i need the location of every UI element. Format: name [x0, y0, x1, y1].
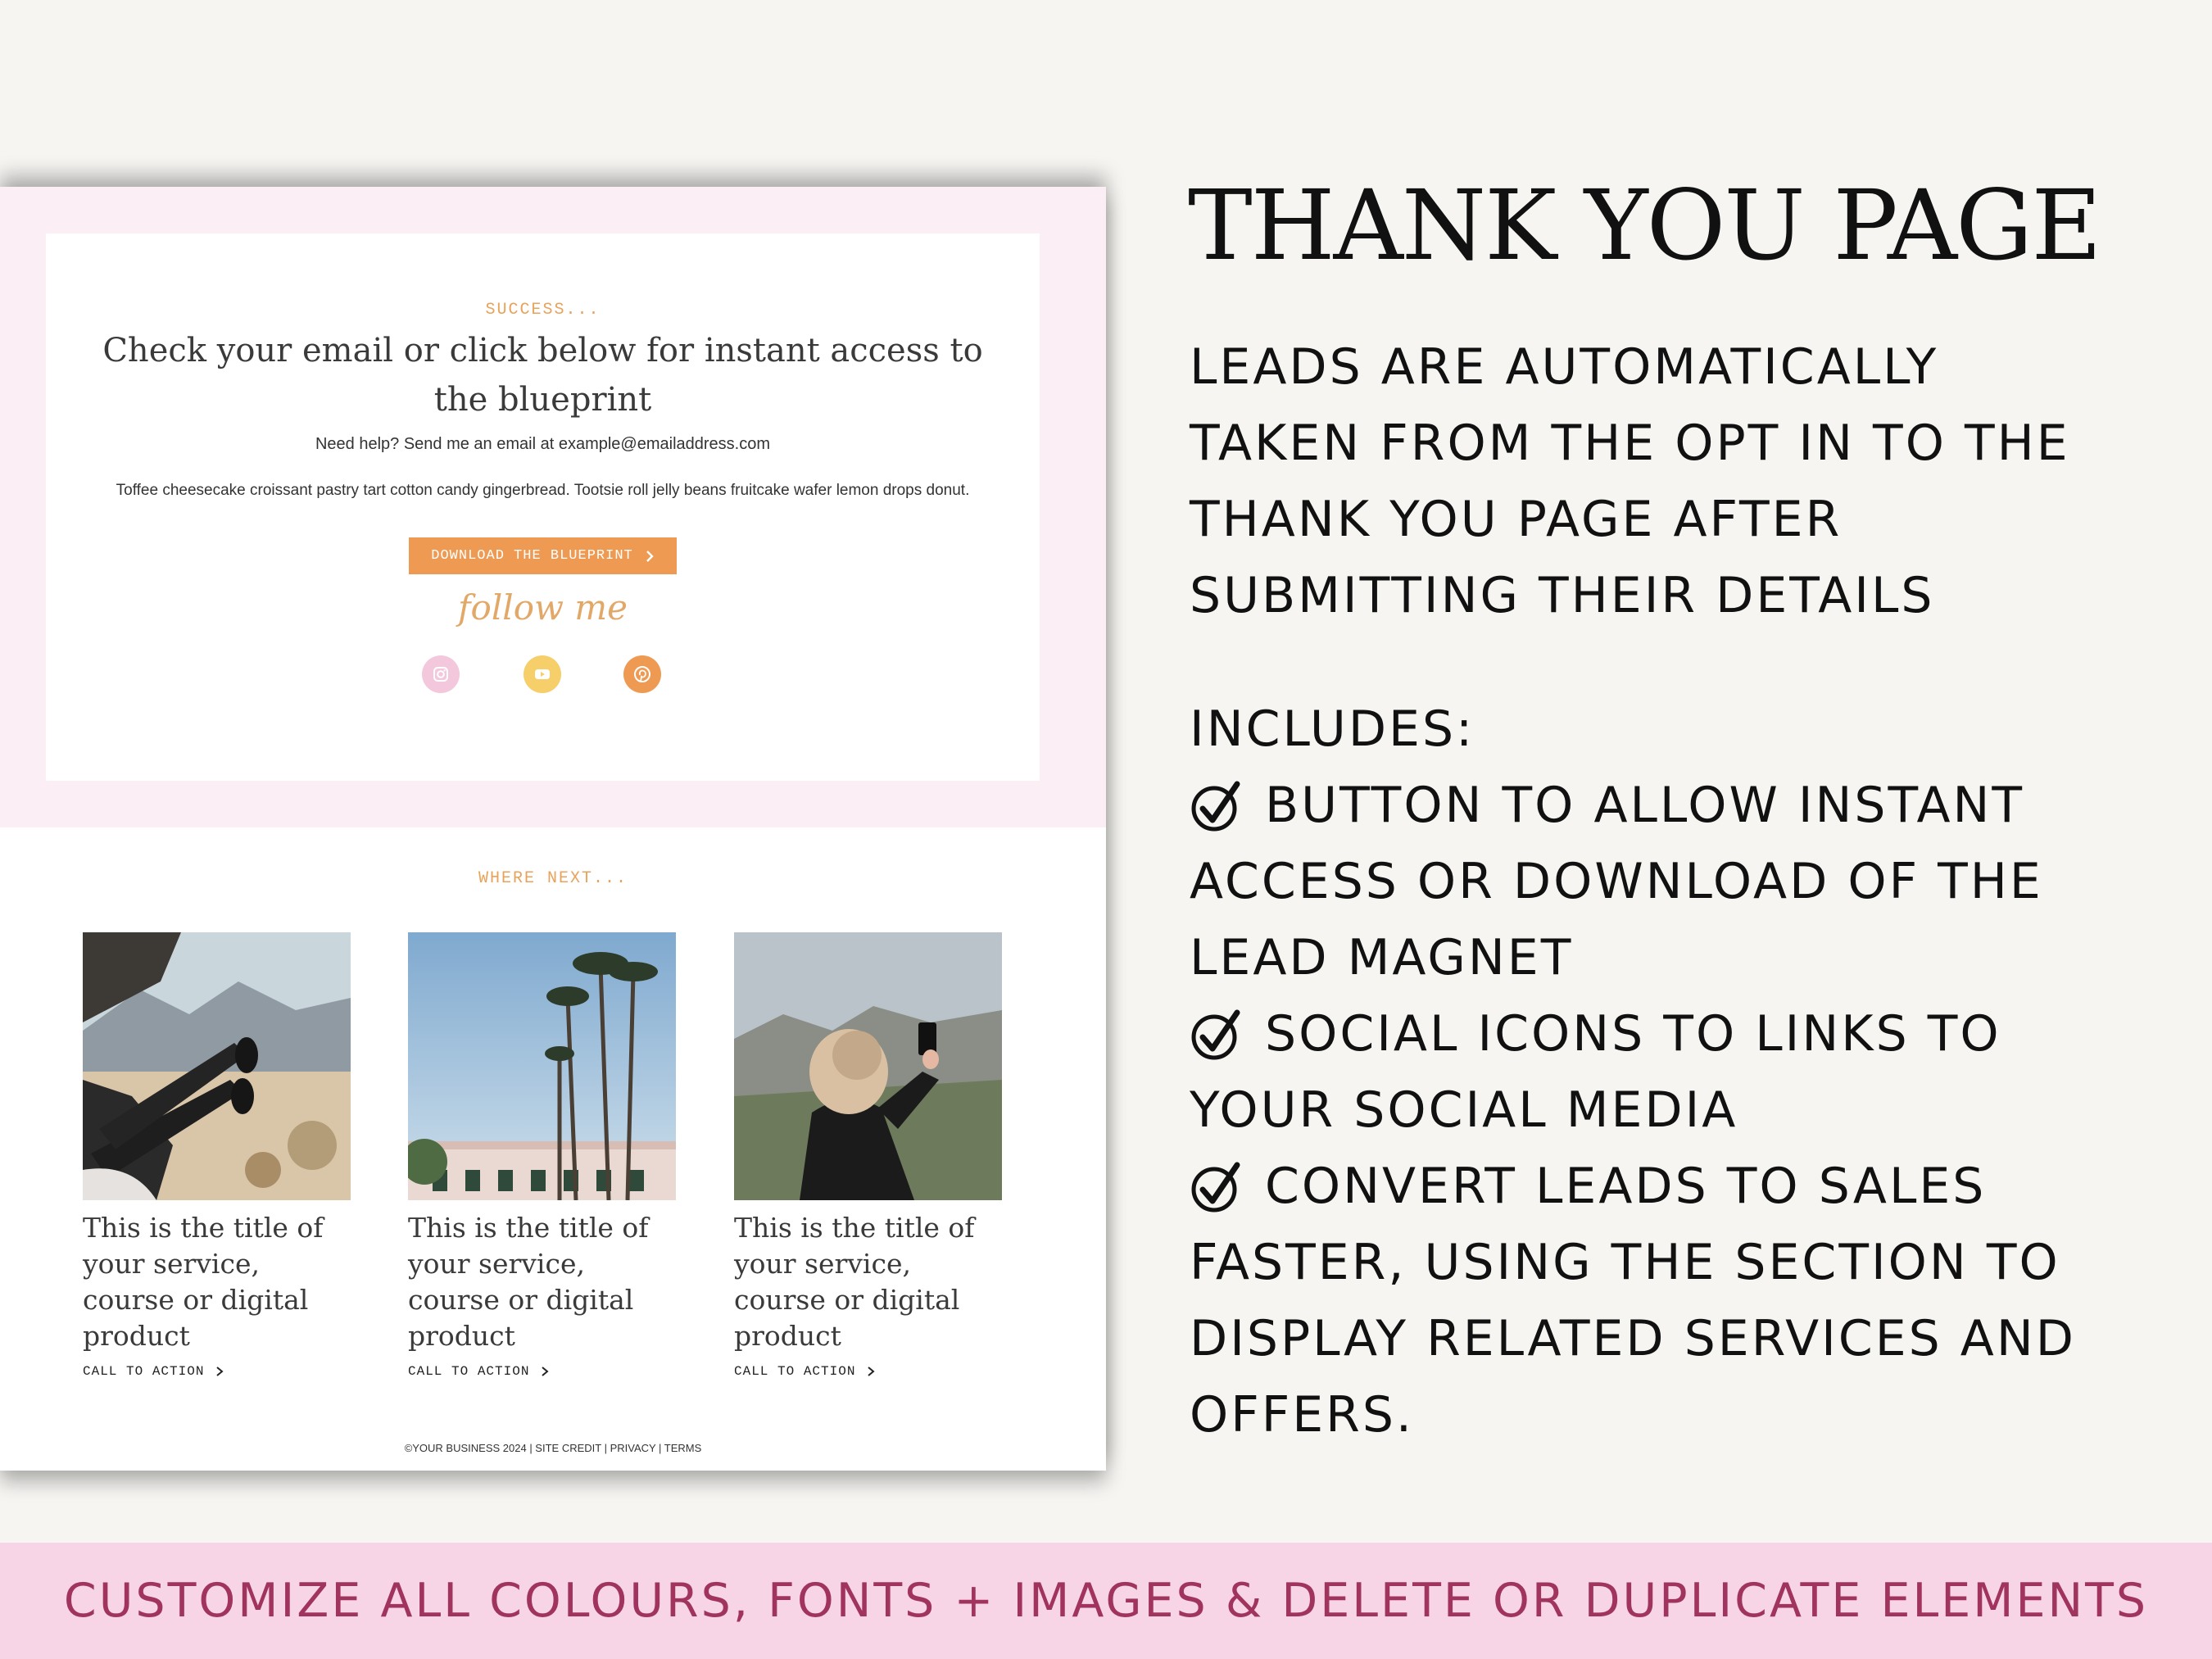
- description-line: THANK YOU PAGE AFTER: [1190, 491, 1843, 548]
- call-to-action-link[interactable]: CALL TO ACTION: [83, 1364, 351, 1379]
- cta-label: CALL TO ACTION: [83, 1364, 205, 1379]
- card-title: This is the title of your service, cours…: [734, 1212, 975, 1352]
- description-line: LEADS ARE AUTOMATICALLY: [1190, 338, 1939, 396]
- check-circle-icon: [1191, 781, 1240, 831]
- desert-legs-image: [83, 932, 351, 1200]
- success-eyebrow: SUCCESS...: [485, 301, 601, 320]
- woman-photographing-image: [734, 932, 1002, 1200]
- includes-block: INCLUDES: BUTTON TO ALLOW INSTANT ACCESS…: [1190, 691, 2076, 1453]
- description-line: SUBMITTING THEIR DETAILS: [1190, 567, 1935, 624]
- service-card[interactable]: This is the title of your service, cours…: [734, 932, 1002, 1379]
- hero-body-text: Toffee cheesecake croissant pastry tart …: [116, 482, 970, 499]
- where-next-heading: WHERE NEXT...: [478, 869, 628, 888]
- website-mockup: SUCCESS... Check your email or click bel…: [0, 187, 1106, 1471]
- pinterest-glyph: [634, 666, 650, 682]
- check-circle-icon: [1191, 1009, 1240, 1059]
- download-blueprint-button[interactable]: DOWNLOAD THE BLUEPRINT: [409, 537, 677, 574]
- check-circle-icon: [1191, 1162, 1240, 1212]
- cta-label: CALL TO ACTION: [734, 1364, 856, 1379]
- feature-item: BUTTON TO ALLOW INSTANT: [1190, 768, 2076, 844]
- card-title: This is the title of your service, cours…: [408, 1212, 649, 1352]
- hero-card: SUCCESS... Check your email or click bel…: [46, 233, 1040, 781]
- service-card[interactable]: This is the title of your service, cours…: [408, 932, 676, 1379]
- feature-text: FASTER, USING THE SECTION TO: [1190, 1234, 2060, 1291]
- chevron-right-icon: [216, 1367, 224, 1376]
- download-button-label: DOWNLOAD THE BLUEPRINT: [431, 548, 633, 564]
- feature-text: YOUR SOCIAL MEDIA: [1190, 1081, 1738, 1139]
- includes-label: INCLUDES:: [1190, 700, 1475, 758]
- feature-text: DISPLAY RELATED SERVICES AND: [1190, 1310, 2076, 1367]
- youtube-glyph: [535, 669, 550, 679]
- youtube-icon[interactable]: [524, 655, 561, 693]
- feature-text: SOCIAL ICONS TO LINKS TO: [1265, 1005, 2001, 1063]
- service-card[interactable]: This is the title of your service, cours…: [83, 932, 351, 1379]
- card-title: This is the title of your service, cours…: [83, 1212, 324, 1352]
- cta-label: CALL TO ACTION: [408, 1364, 530, 1379]
- description-block: LEADS ARE AUTOMATICALLY TAKEN FROM THE O…: [1190, 329, 2070, 634]
- chevron-right-icon: [542, 1367, 549, 1376]
- feature-text: CONVERT LEADS TO SALES: [1265, 1158, 1987, 1215]
- description-line: TAKEN FROM THE OPT IN TO THE: [1190, 415, 2070, 472]
- feature-text: OFFERS.: [1190, 1386, 1415, 1444]
- feature-text: ACCESS OR DOWNLOAD OF THE: [1190, 853, 2043, 910]
- instagram-icon[interactable]: [422, 655, 460, 693]
- help-text: Need help? Send me an email at example@e…: [315, 435, 771, 453]
- feature-item: CONVERT LEADS TO SALES: [1190, 1149, 2076, 1225]
- chevron-right-icon: [868, 1367, 875, 1376]
- chevron-right-icon: [646, 550, 654, 562]
- hero-heading: Check your email or click below for inst…: [102, 332, 983, 419]
- page-title: THANK YOU PAGE: [1188, 169, 2102, 282]
- follow-me-label: follow me: [458, 587, 628, 628]
- feature-text: BUTTON TO ALLOW INSTANT: [1265, 777, 2025, 834]
- customize-banner: CUSTOMIZE ALL COLOURS, FONTS + IMAGES & …: [0, 1543, 2212, 1659]
- instagram-glyph: [433, 667, 448, 682]
- pinterest-icon[interactable]: [623, 655, 661, 693]
- feature-item: SOCIAL ICONS TO LINKS TO: [1190, 996, 2076, 1072]
- feature-text: LEAD MAGNET: [1190, 929, 1574, 986]
- call-to-action-link[interactable]: CALL TO ACTION: [734, 1364, 1002, 1379]
- call-to-action-link[interactable]: CALL TO ACTION: [408, 1364, 676, 1379]
- hero-section: SUCCESS... Check your email or click bel…: [0, 187, 1106, 827]
- site-footer: ©YOUR BUSINESS 2024 | SITE CREDIT | PRIV…: [404, 1442, 702, 1454]
- palm-trees-image: [408, 932, 676, 1200]
